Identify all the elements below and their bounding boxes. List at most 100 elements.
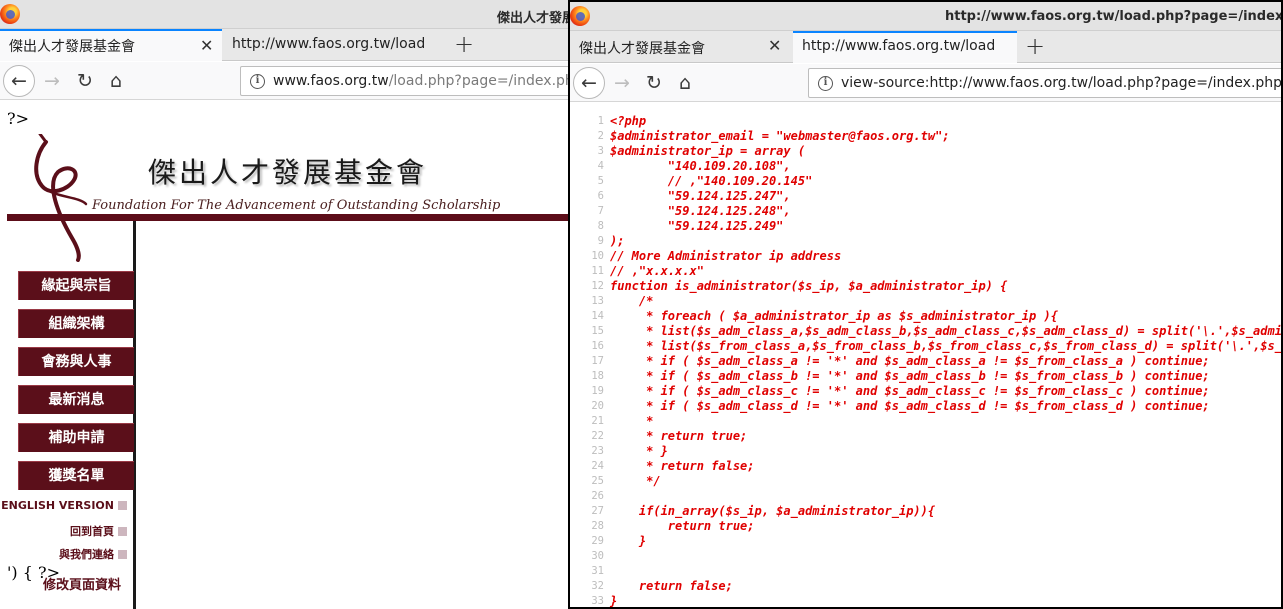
line-number: 30 (591, 550, 604, 562)
left-url-bar[interactable]: i www.faos.org.tw/load.php?page=/index.p… (240, 66, 568, 96)
tab-label: http://www.faos.org.tw/load.p (802, 38, 994, 54)
left-titlebar: 傑出人才發展 (0, 0, 568, 29)
forward-arrow-icon[interactable]: → (606, 67, 638, 99)
bullet-square-icon (118, 527, 127, 536)
source-code-text: "59.124.125.247", (610, 189, 791, 203)
left-navbar: ← → ↻ ⌂ i www.faos.org.tw/load.php?page=… (0, 62, 568, 100)
source-line: 25 */ (570, 474, 1281, 489)
source-code-text: * return false; (610, 459, 755, 473)
link-label: ENGLISH VERSION (1, 499, 114, 512)
view-source-pane[interactable]: 1 <?php 2 $administrator_email = "webmaster… (570, 103, 1281, 608)
source-line: 2 $administrator_email = "webmaster@faos.… (570, 129, 1281, 144)
right-window-title: http://www.faos.org.tw/load.php?page=/in… (945, 9, 1283, 24)
link-edit-page[interactable]: 修改頁面資料 (43, 574, 121, 593)
source-line: 22 * return true; (570, 429, 1281, 444)
close-tab-icon[interactable]: ✕ (768, 38, 781, 54)
firefox-logo-icon (0, 4, 20, 24)
left-tab-url[interactable]: http://www.faos.org.tw/load.p (223, 29, 447, 61)
source-line: 18 * if ( $s_adm_class_b != '*' and $s_a… (570, 369, 1281, 384)
link-english-version[interactable]: ENGLISH VERSION (1, 499, 127, 512)
right-tab-foundation[interactable]: 傑出人才發展基金會 ✕ (570, 31, 792, 63)
source-code-text: * foreach ( $a_administrator_ip as $s_ad… (610, 309, 1058, 323)
home-icon[interactable]: ⌂ (100, 65, 132, 97)
new-tab-icon[interactable]: + (454, 31, 474, 57)
left-window-title: 傑出人才發展 (497, 11, 568, 26)
source-code-text: $administrator_ip = array ( (610, 144, 806, 158)
line-number: 33 (591, 595, 604, 607)
menu-award-list[interactable]: 獲獎名單 (18, 461, 134, 490)
line-number: 6 (597, 190, 604, 202)
reload-icon[interactable]: ↻ (69, 65, 101, 97)
source-code-text: function is_administrator($s_ip, $a_admi… (610, 279, 1008, 293)
left-tabstrip: 傑出人才發展基金會 ✕ http://www.faos.org.tw/load.… (0, 29, 568, 61)
source-code-text: // ,"140.109.20.145" (610, 174, 813, 188)
menu-grant-application[interactable]: 補助申請 (18, 423, 134, 452)
source-line: 13 /* (570, 294, 1281, 309)
close-tab-icon[interactable]: ✕ (200, 38, 213, 54)
source-code-text: * list($s_from_class_a,$s_from_class_b,$… (610, 339, 1281, 353)
source-line: 9); (570, 234, 1281, 249)
source-code-text: // ,"x.x.x.x" (610, 264, 704, 278)
left-tab-foundation[interactable]: 傑出人才發展基金會 ✕ (0, 29, 222, 61)
source-line: 26 (570, 489, 1281, 504)
line-number: 29 (591, 535, 604, 547)
source-code-text: $administrator_email = "webmaster@faos.o… (610, 129, 950, 143)
menu-latest-news[interactable]: 最新消息 (18, 385, 134, 414)
source-line: 28 return true; (570, 519, 1281, 534)
source-line: 20 * if ( $s_adm_class_d != '*' and $s_a… (570, 399, 1281, 414)
source-line: 31 (570, 564, 1281, 579)
source-code-text: "140.109.20.108", (610, 159, 791, 173)
site-title-english: Foundation For The Advancement of Outsta… (92, 198, 501, 213)
source-code-text: * if ( $s_adm_class_a != '*' and $s_adm_… (610, 354, 1210, 368)
home-icon[interactable]: ⌂ (669, 67, 701, 99)
menu-origin-purpose[interactable]: 緣起與宗旨 (18, 271, 134, 300)
forward-arrow-icon[interactable]: → (36, 65, 68, 97)
source-line: 7 "59.124.125.248", (570, 204, 1281, 219)
source-line: 14 * foreach ( $a_administrator_ip as $s… (570, 309, 1281, 324)
line-number: 31 (591, 565, 604, 577)
site-title-chinese: 傑出人才發展基金會 (148, 156, 428, 189)
line-number: 21 (591, 415, 604, 427)
firefox-logo-icon (570, 6, 590, 26)
source-code-text: * list($s_adm_class_a,$s_adm_class_b,$s_… (610, 324, 1281, 338)
menu-organization[interactable]: 組織架構 (18, 309, 134, 338)
source-code-text: /* (610, 294, 654, 308)
source-line: 24 * return false; (570, 459, 1281, 474)
line-number: 20 (591, 400, 604, 412)
source-line: 30 (570, 549, 1281, 564)
right-navbar: ← → ↻ ⌂ i view-source:http://www.faos.or… (570, 64, 1281, 102)
source-code-text: <?php (610, 114, 647, 128)
line-number: 19 (591, 385, 604, 397)
source-line: 11 // ,"x.x.x.x" (570, 264, 1281, 279)
link-home[interactable]: 回到首頁 (70, 523, 127, 539)
back-arrow-icon[interactable]: ← (573, 67, 605, 99)
reload-icon[interactable]: ↻ (638, 67, 670, 99)
new-tab-icon[interactable]: + (1025, 33, 1045, 59)
info-icon[interactable]: i (250, 74, 265, 89)
source-line: 21 * (570, 414, 1281, 429)
info-icon[interactable]: i (818, 76, 833, 91)
source-code-text: * } (610, 444, 668, 458)
source-line: 23 * } (570, 444, 1281, 459)
stray-php-tag-top: ?> (7, 109, 29, 128)
left-browser-window: 傑出人才發展 傑出人才發展基金會 ✕ http://www.faos.org.t… (0, 0, 568, 609)
source-line: 16 * list($s_from_class_a,$s_from_class_… (570, 339, 1281, 354)
source-line: 12 function is_administrator($s_ip, $a_ad… (570, 279, 1281, 294)
link-contact[interactable]: 與我們連絡 (59, 546, 127, 562)
right-url-bar[interactable]: i view-source:http://www.faos.org.tw/loa… (808, 68, 1281, 98)
link-label: 回到首頁 (70, 525, 114, 538)
source-line: 29 } (570, 534, 1281, 549)
source-code-text: */ (610, 474, 661, 488)
line-number: 23 (591, 445, 604, 457)
source-code-text: "59.124.125.249" (610, 219, 784, 233)
source-line: 8 "59.124.125.249" (570, 219, 1281, 234)
source-line: 3 $administrator_ip = array ( (570, 144, 1281, 159)
url-path: /load.php?page=/index.php (388, 73, 568, 89)
back-arrow-icon[interactable]: ← (3, 65, 35, 97)
line-number: 10 (591, 250, 604, 262)
menu-affairs-personnel[interactable]: 會務與人事 (18, 347, 134, 376)
right-tab-url[interactable]: http://www.faos.org.tw/load.p (793, 31, 1017, 63)
header-divider (7, 214, 568, 221)
source-code-text: } (610, 594, 618, 608)
line-number: 28 (591, 520, 604, 532)
